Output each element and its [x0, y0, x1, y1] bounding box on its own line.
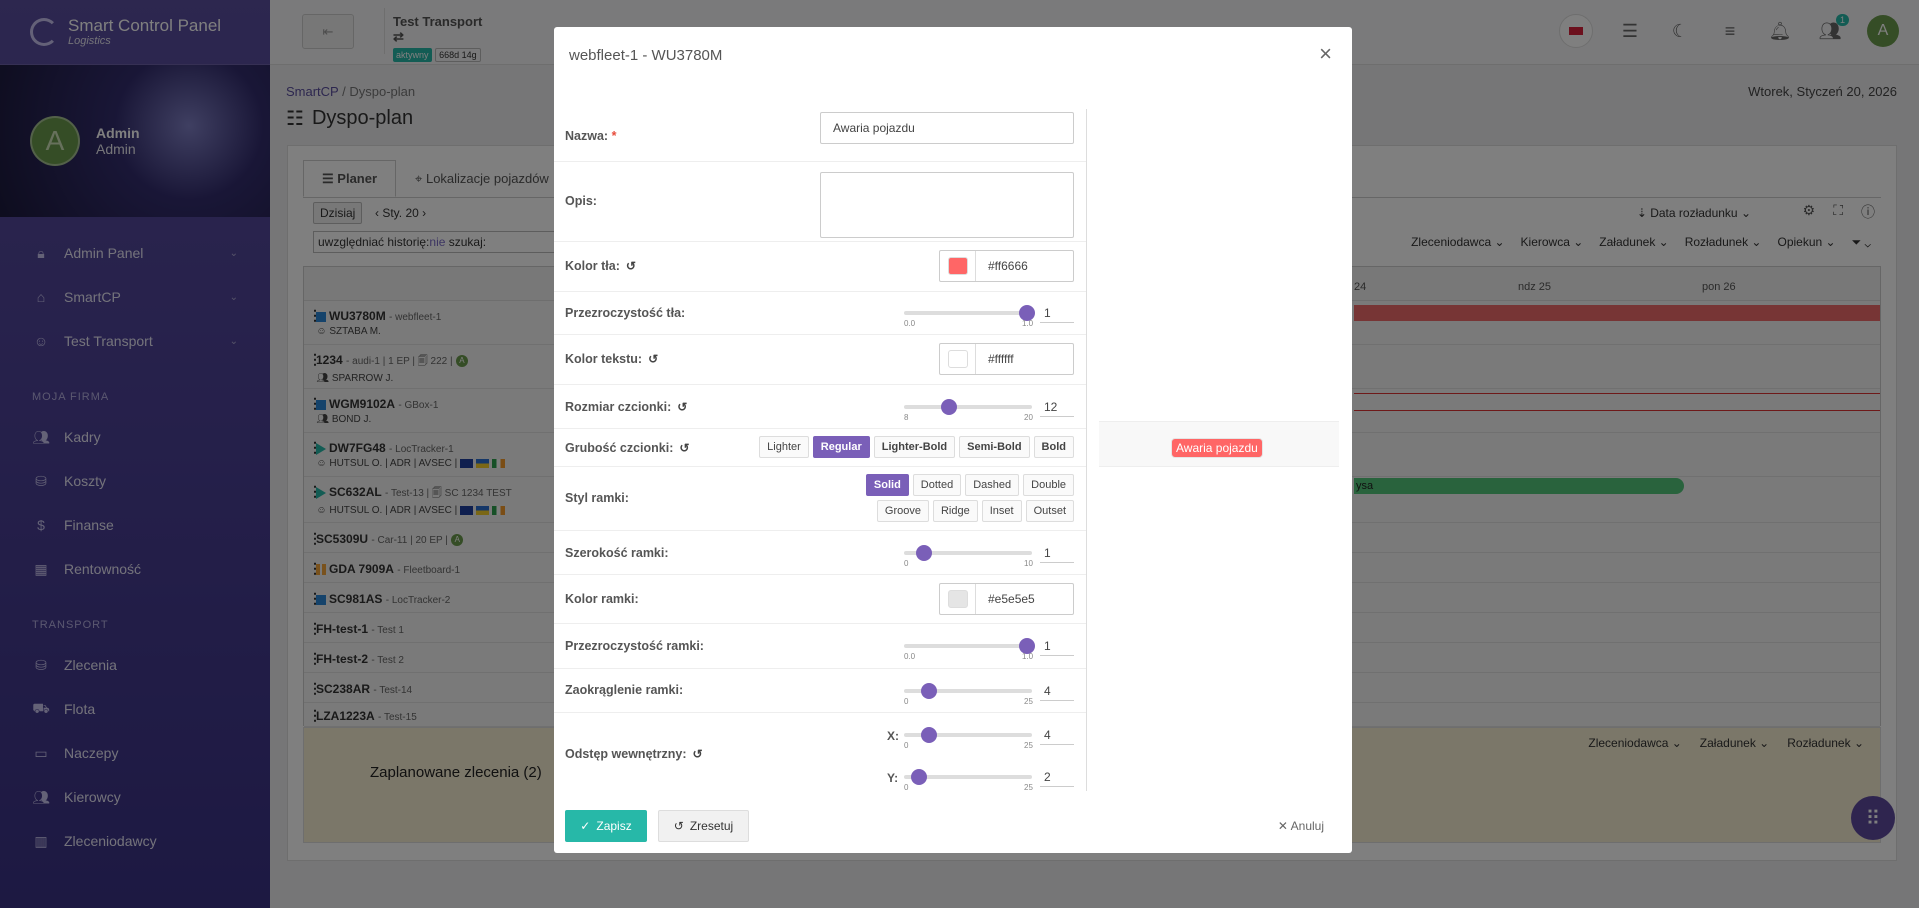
- border-width-row: Szerokość ramki: 0 10 1: [554, 531, 1086, 575]
- border-style-group-1: Solid Dotted Dashed Double: [865, 474, 1074, 496]
- bg-opacity-slider[interactable]: 0.0 1.0: [904, 305, 1035, 328]
- close-icon[interactable]: ×: [1319, 41, 1332, 67]
- weight-option[interactable]: Semi-Bold: [959, 436, 1030, 458]
- text-color-input[interactable]: #ffffff: [939, 343, 1074, 375]
- border-opacity-row: Przezroczystość ramki: 0.0 1.0 1: [554, 624, 1086, 669]
- slider-knob[interactable]: [941, 399, 957, 415]
- border-opacity-slider[interactable]: 0.0 1.0: [904, 638, 1035, 661]
- color-swatch[interactable]: [947, 257, 968, 275]
- description-textarea[interactable]: [820, 172, 1074, 238]
- border-style-row: Styl ramki: Solid Dotted Dashed Double G…: [554, 467, 1086, 531]
- border-option[interactable]: Solid: [865, 474, 909, 496]
- pad-y-value[interactable]: 2: [1040, 768, 1074, 787]
- preview-area: Awaria pojazdu: [1099, 421, 1339, 467]
- text-color-row: Kolor tekstu: ↺ #ffffff: [554, 335, 1086, 385]
- font-size-slider[interactable]: 8 20: [904, 399, 1033, 422]
- font-weight-row: Grubość czcionki: ↺ Lighter Regular Light…: [554, 429, 1086, 467]
- border-opacity-value[interactable]: 1: [1040, 637, 1074, 656]
- reset-button[interactable]: ↺ Zresetuj: [658, 810, 749, 842]
- field-label: Kolor ramki:: [565, 592, 639, 606]
- border-option[interactable]: Ridge: [932, 500, 978, 522]
- reset-icon[interactable]: ↺: [648, 352, 658, 366]
- weight-option[interactable]: Lighter-Bold: [873, 436, 956, 458]
- color-swatch[interactable]: [947, 590, 968, 608]
- border-option[interactable]: Inset: [981, 500, 1022, 522]
- field-label: Szerokość ramki:: [565, 546, 669, 560]
- bg-color-input[interactable]: #ff6666: [939, 250, 1074, 282]
- padding-row: Odstęp wewnętrzny: ↺ X: 0 25 4 Y: 0 25 2: [554, 713, 1086, 793]
- name-input[interactable]: Awaria pojazdu: [820, 112, 1074, 144]
- slider-knob[interactable]: [911, 769, 927, 785]
- reset-icon[interactable]: ↺: [677, 400, 687, 414]
- slider-knob[interactable]: [921, 683, 937, 699]
- border-style-group-2: Groove Ridge Inset Outset: [876, 500, 1074, 522]
- pad-y-slider[interactable]: 0 25: [904, 769, 1033, 792]
- save-button[interactable]: ✓ Zapisz: [565, 810, 647, 842]
- font-size-value[interactable]: 12: [1040, 398, 1074, 417]
- pad-y-label: Y:: [887, 771, 899, 785]
- field-label: Przezroczystość tła:: [565, 306, 686, 320]
- edit-event-modal: webfleet-1 - WU3780M × Nazwa: * Awaria p…: [554, 27, 1352, 853]
- border-option[interactable]: Double: [1023, 474, 1074, 496]
- border-width-slider[interactable]: 0 10: [904, 545, 1033, 568]
- pad-x-slider[interactable]: 0 25: [904, 727, 1033, 750]
- slider-knob[interactable]: [921, 727, 937, 743]
- border-option[interactable]: Outset: [1025, 500, 1074, 522]
- pad-x-label: X:: [887, 729, 899, 743]
- preview-tag: Awaria pojazdu: [1171, 438, 1263, 458]
- cancel-button[interactable]: ✕ Anuluj: [1278, 819, 1324, 833]
- field-label: Nazwa:: [565, 129, 609, 143]
- border-option[interactable]: Dashed: [965, 474, 1020, 496]
- desc-row: Opis:: [554, 162, 1086, 242]
- field-label: Zaokrąglenie ramki:: [565, 683, 684, 697]
- bg-opacity-row: Przezroczystość tła: 0.0 1.0 1: [554, 292, 1086, 335]
- field-label: Opis:: [565, 194, 597, 208]
- bg-opacity-value[interactable]: 1: [1040, 304, 1074, 323]
- border-option[interactable]: Groove: [876, 500, 929, 522]
- preview-divider: [1086, 109, 1087, 791]
- color-swatch[interactable]: [947, 350, 968, 368]
- modal-title: webfleet-1 - WU3780M: [569, 47, 723, 64]
- check-icon: ✓: [580, 819, 591, 833]
- weight-option[interactable]: Lighter: [759, 436, 809, 458]
- reset-icon[interactable]: ↺: [626, 259, 636, 273]
- reset-icon[interactable]: ↺: [693, 747, 703, 761]
- border-color-input[interactable]: #e5e5e5: [939, 583, 1074, 615]
- radius-slider[interactable]: 0 25: [904, 683, 1033, 706]
- border-option[interactable]: Dotted: [912, 474, 962, 496]
- border-color-row: Kolor ramki: #e5e5e5: [554, 575, 1086, 624]
- radius-value[interactable]: 4: [1040, 682, 1074, 701]
- radius-row: Zaokrąglenie ramki: 0 25 4: [554, 669, 1086, 713]
- bg-color-row: Kolor tła: ↺ #ff6666: [554, 242, 1086, 292]
- font-size-row: Rozmiar czcionki: ↺ 8 20 12: [554, 385, 1086, 429]
- name-row: Nazwa: * Awaria pojazdu: [554, 109, 1086, 162]
- border-width-value[interactable]: 1: [1040, 544, 1074, 563]
- weight-option[interactable]: Regular: [812, 436, 870, 458]
- font-weight-group: Lighter Regular Lighter-Bold Semi-Bold B…: [759, 436, 1074, 458]
- pad-x-value[interactable]: 4: [1040, 726, 1074, 745]
- style-form: Nazwa: * Awaria pojazdu Opis: Kolor tła:…: [554, 109, 1086, 793]
- slider-knob[interactable]: [916, 545, 932, 561]
- reset-icon: ↺: [673, 819, 684, 833]
- close-icon: ✕: [1277, 819, 1291, 833]
- field-label: Styl ramki:: [565, 491, 629, 505]
- field-label: Przezroczystość ramki:: [565, 639, 704, 653]
- weight-option[interactable]: Bold: [1033, 436, 1074, 458]
- reset-icon[interactable]: ↺: [679, 441, 689, 455]
